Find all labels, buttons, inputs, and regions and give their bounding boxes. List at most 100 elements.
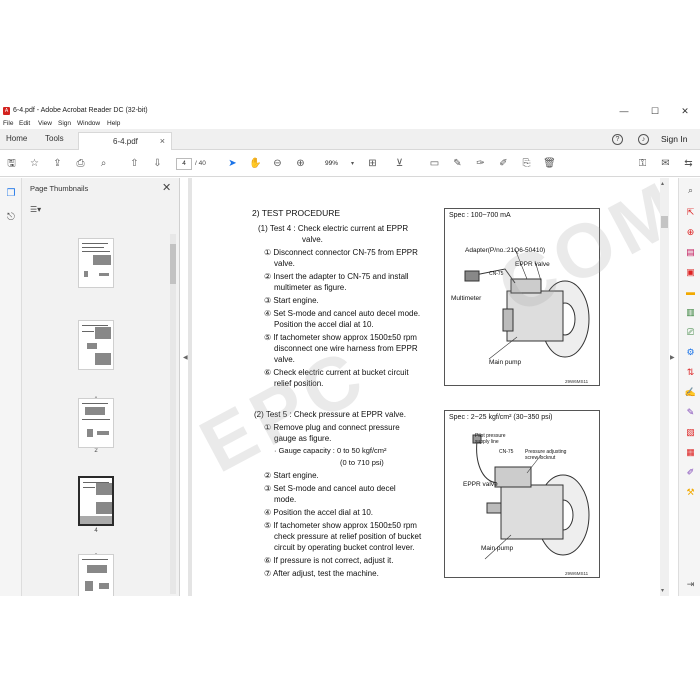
prepare-form-icon[interactable]: ▦ — [684, 446, 697, 459]
test4-title: (1) Test 4 : Check electric current at E… — [258, 224, 409, 233]
thumbnail-scrollbar[interactable] — [170, 234, 176, 594]
print-icon[interactable]: ⎙ — [74, 157, 87, 170]
thumbnail-options-button[interactable]: ☰▾ — [30, 205, 48, 216]
thumbnail-page[interactable] — [78, 398, 114, 448]
test5-step: ② Start engine. — [264, 471, 319, 480]
share-link-icon[interactable]: ⚿ — [636, 157, 649, 170]
scan-ocr-icon[interactable]: ⎚ — [684, 326, 697, 339]
collapse-right-panel-icon[interactable]: ▶ — [670, 354, 675, 361]
zoom-in-icon[interactable]: ⊕ — [294, 157, 307, 170]
close-panel-icon[interactable]: ✕ — [162, 181, 171, 194]
text-edit-icon[interactable]: ✐ — [497, 157, 510, 170]
tab-bar: Home Tools 6-4.pdf × ? ♪ Sign In — [0, 129, 700, 150]
figure-label: CN-75 — [499, 449, 514, 455]
save-icon[interactable]: 🖫 — [5, 157, 18, 170]
test5-step: gauge as figure. — [274, 434, 332, 443]
thumbnail-page[interactable] — [78, 238, 114, 288]
tab-document[interactable]: 6-4.pdf × — [78, 132, 172, 150]
thumbnail-scroll-thumb[interactable] — [170, 244, 176, 284]
thumbnail-page[interactable] — [78, 554, 114, 596]
stamp-icon[interactable]: ⎘ — [520, 157, 533, 170]
protect-icon[interactable]: ⚙ — [684, 346, 697, 359]
combine-files-icon[interactable]: ▣ — [684, 266, 697, 279]
menu-edit[interactable]: Edit — [19, 120, 30, 127]
figure-code: 29W6MS11 — [565, 379, 589, 384]
menu-view[interactable]: View — [38, 120, 52, 127]
test5-step: mode. — [274, 495, 297, 504]
tab-tools[interactable]: Tools — [45, 134, 64, 143]
close-window-button[interactable]: ✕ — [673, 105, 697, 117]
zoom-out-icon[interactable]: ⊖ — [271, 157, 284, 170]
test5-step: ⑥ If pressure is not correct, adjust it. — [264, 556, 394, 565]
thumbnail-page[interactable] — [78, 320, 114, 370]
main-toolbar: 🖫 ☆ ⇪ ⎙ ⌕ ⇧ ⇩ 4 / 40 ➤ ✋ ⊖ ⊕ 99% ▾ ⊞ ⊻ ▭ … — [0, 150, 700, 177]
right-tools-rail: ⌕ ⇱ ⊕ ▤ ▣ ▬ ▥ ⎚ ⚙ ⇅ ✍ ✎ ▧ ▦ ✐ ⚒ ⇥ — [678, 178, 700, 596]
organize-pages-icon[interactable]: ▥ — [684, 306, 697, 319]
menu-help[interactable]: Help — [107, 120, 120, 127]
draw-icon[interactable]: ✑ — [474, 157, 487, 170]
certificates-icon[interactable]: ✐ — [684, 466, 697, 479]
next-page-icon[interactable]: ⇩ — [151, 157, 164, 170]
test4-step: valve. — [274, 355, 295, 364]
sign-in-button[interactable]: Sign In — [661, 134, 687, 144]
collapse-left-panel-icon[interactable]: ◀ — [183, 354, 188, 361]
select-cursor-icon[interactable]: ➤ — [226, 157, 239, 170]
email-icon[interactable]: ✉ — [659, 157, 672, 170]
comment-icon[interactable]: ▭ — [428, 157, 441, 170]
bell-icon[interactable]: ♪ — [638, 134, 649, 145]
scroll-mode-icon[interactable]: ⊻ — [393, 157, 406, 170]
export-pdf-icon[interactable]: ⇱ — [684, 206, 697, 219]
tab-home[interactable]: Home — [6, 134, 27, 143]
test4-title-cont: valve. — [302, 235, 323, 244]
minimize-button[interactable]: — — [612, 105, 636, 117]
menu-window[interactable]: Window — [77, 120, 100, 127]
test5-step: (0 to 710 psi) — [340, 458, 384, 467]
test5-step: ⑤ If tachometer show approx 1500±50 rpm — [264, 521, 417, 530]
help-icon[interactable]: ? — [612, 134, 623, 145]
fill-sign-icon[interactable]: ✍ — [684, 386, 697, 399]
test4-step: ⑤ If tachometer show approx 1500±50 rpm — [264, 333, 417, 342]
redact-icon[interactable]: ▧ — [684, 426, 697, 439]
search-icon[interactable]: ⌕ — [97, 157, 110, 170]
document-scroll-thumb[interactable] — [661, 216, 668, 228]
scroll-up-icon[interactable]: ▴ — [661, 180, 664, 187]
zoom-select[interactable]: 99% ▾ — [318, 158, 356, 170]
share-icon[interactable]: ⇆ — [682, 157, 695, 170]
document-scrollbar[interactable]: ▴ ▾ — [660, 178, 669, 596]
create-pdf-icon[interactable]: ⊕ — [684, 226, 697, 239]
page-number-input[interactable]: 4 — [176, 158, 192, 170]
delete-icon[interactable]: 🗑 — [543, 157, 556, 170]
test4-step: valve. — [274, 259, 295, 268]
comment-tool-icon[interactable]: ▬ — [684, 286, 697, 299]
close-tab-icon[interactable]: × — [160, 136, 165, 146]
highlight-pen-icon[interactable]: ✎ — [451, 157, 464, 170]
scroll-down-icon[interactable]: ▾ — [661, 587, 664, 594]
collapse-tools-icon[interactable]: ⇥ — [684, 578, 697, 591]
bookmark-star-icon[interactable]: ☆ — [28, 157, 41, 170]
send-signature-icon[interactable]: ✎ — [684, 406, 697, 419]
thumbnail-page-selected[interactable] — [78, 476, 114, 526]
test5-step: · Gauge capacity : 0 to 50 kgf/cm² — [274, 446, 387, 455]
search-tools-icon[interactable]: ⌕ — [684, 184, 697, 197]
panel-title: Page Thumbnails — [30, 184, 89, 193]
section-heading: 2) TEST PROCEDURE — [252, 208, 341, 218]
hand-tool-icon[interactable]: ✋ — [249, 157, 262, 170]
compress-pdf-icon[interactable]: ⇅ — [684, 366, 697, 379]
edit-pdf-icon[interactable]: ▤ — [684, 246, 697, 259]
figure-test5: Spec : 2~25 kgf/cm² (30~350 psi) Pilot p… — [444, 410, 600, 578]
test5-step: ③ Set S-mode and cancel auto decel — [264, 484, 396, 493]
more-tools-icon[interactable]: ⚒ — [684, 486, 697, 499]
menu-file[interactable]: File — [3, 120, 13, 127]
test5-step: circuit by operating bucket control leve… — [274, 543, 415, 552]
page-thumbnails-icon[interactable]: ❐ — [5, 188, 17, 200]
upload-icon[interactable]: ⇪ — [51, 157, 64, 170]
menu-sign[interactable]: Sign — [58, 120, 71, 127]
tab-document-label: 6-4.pdf — [113, 137, 138, 146]
fit-page-icon[interactable]: ⊞ — [366, 157, 379, 170]
attachment-icon[interactable]: ⎋ — [5, 212, 17, 224]
prev-page-icon[interactable]: ⇧ — [128, 157, 141, 170]
page-thumbnails-panel: Page Thumbnails ✕ ☰▾ 1 2 3 4 — [22, 178, 180, 596]
test4-step: Position the accel dial at 10. — [274, 320, 374, 329]
title-bar: A 6-4.pdf - Adobe Acrobat Reader DC (32-… — [0, 104, 700, 118]
maximize-button[interactable]: ☐ — [643, 105, 667, 117]
